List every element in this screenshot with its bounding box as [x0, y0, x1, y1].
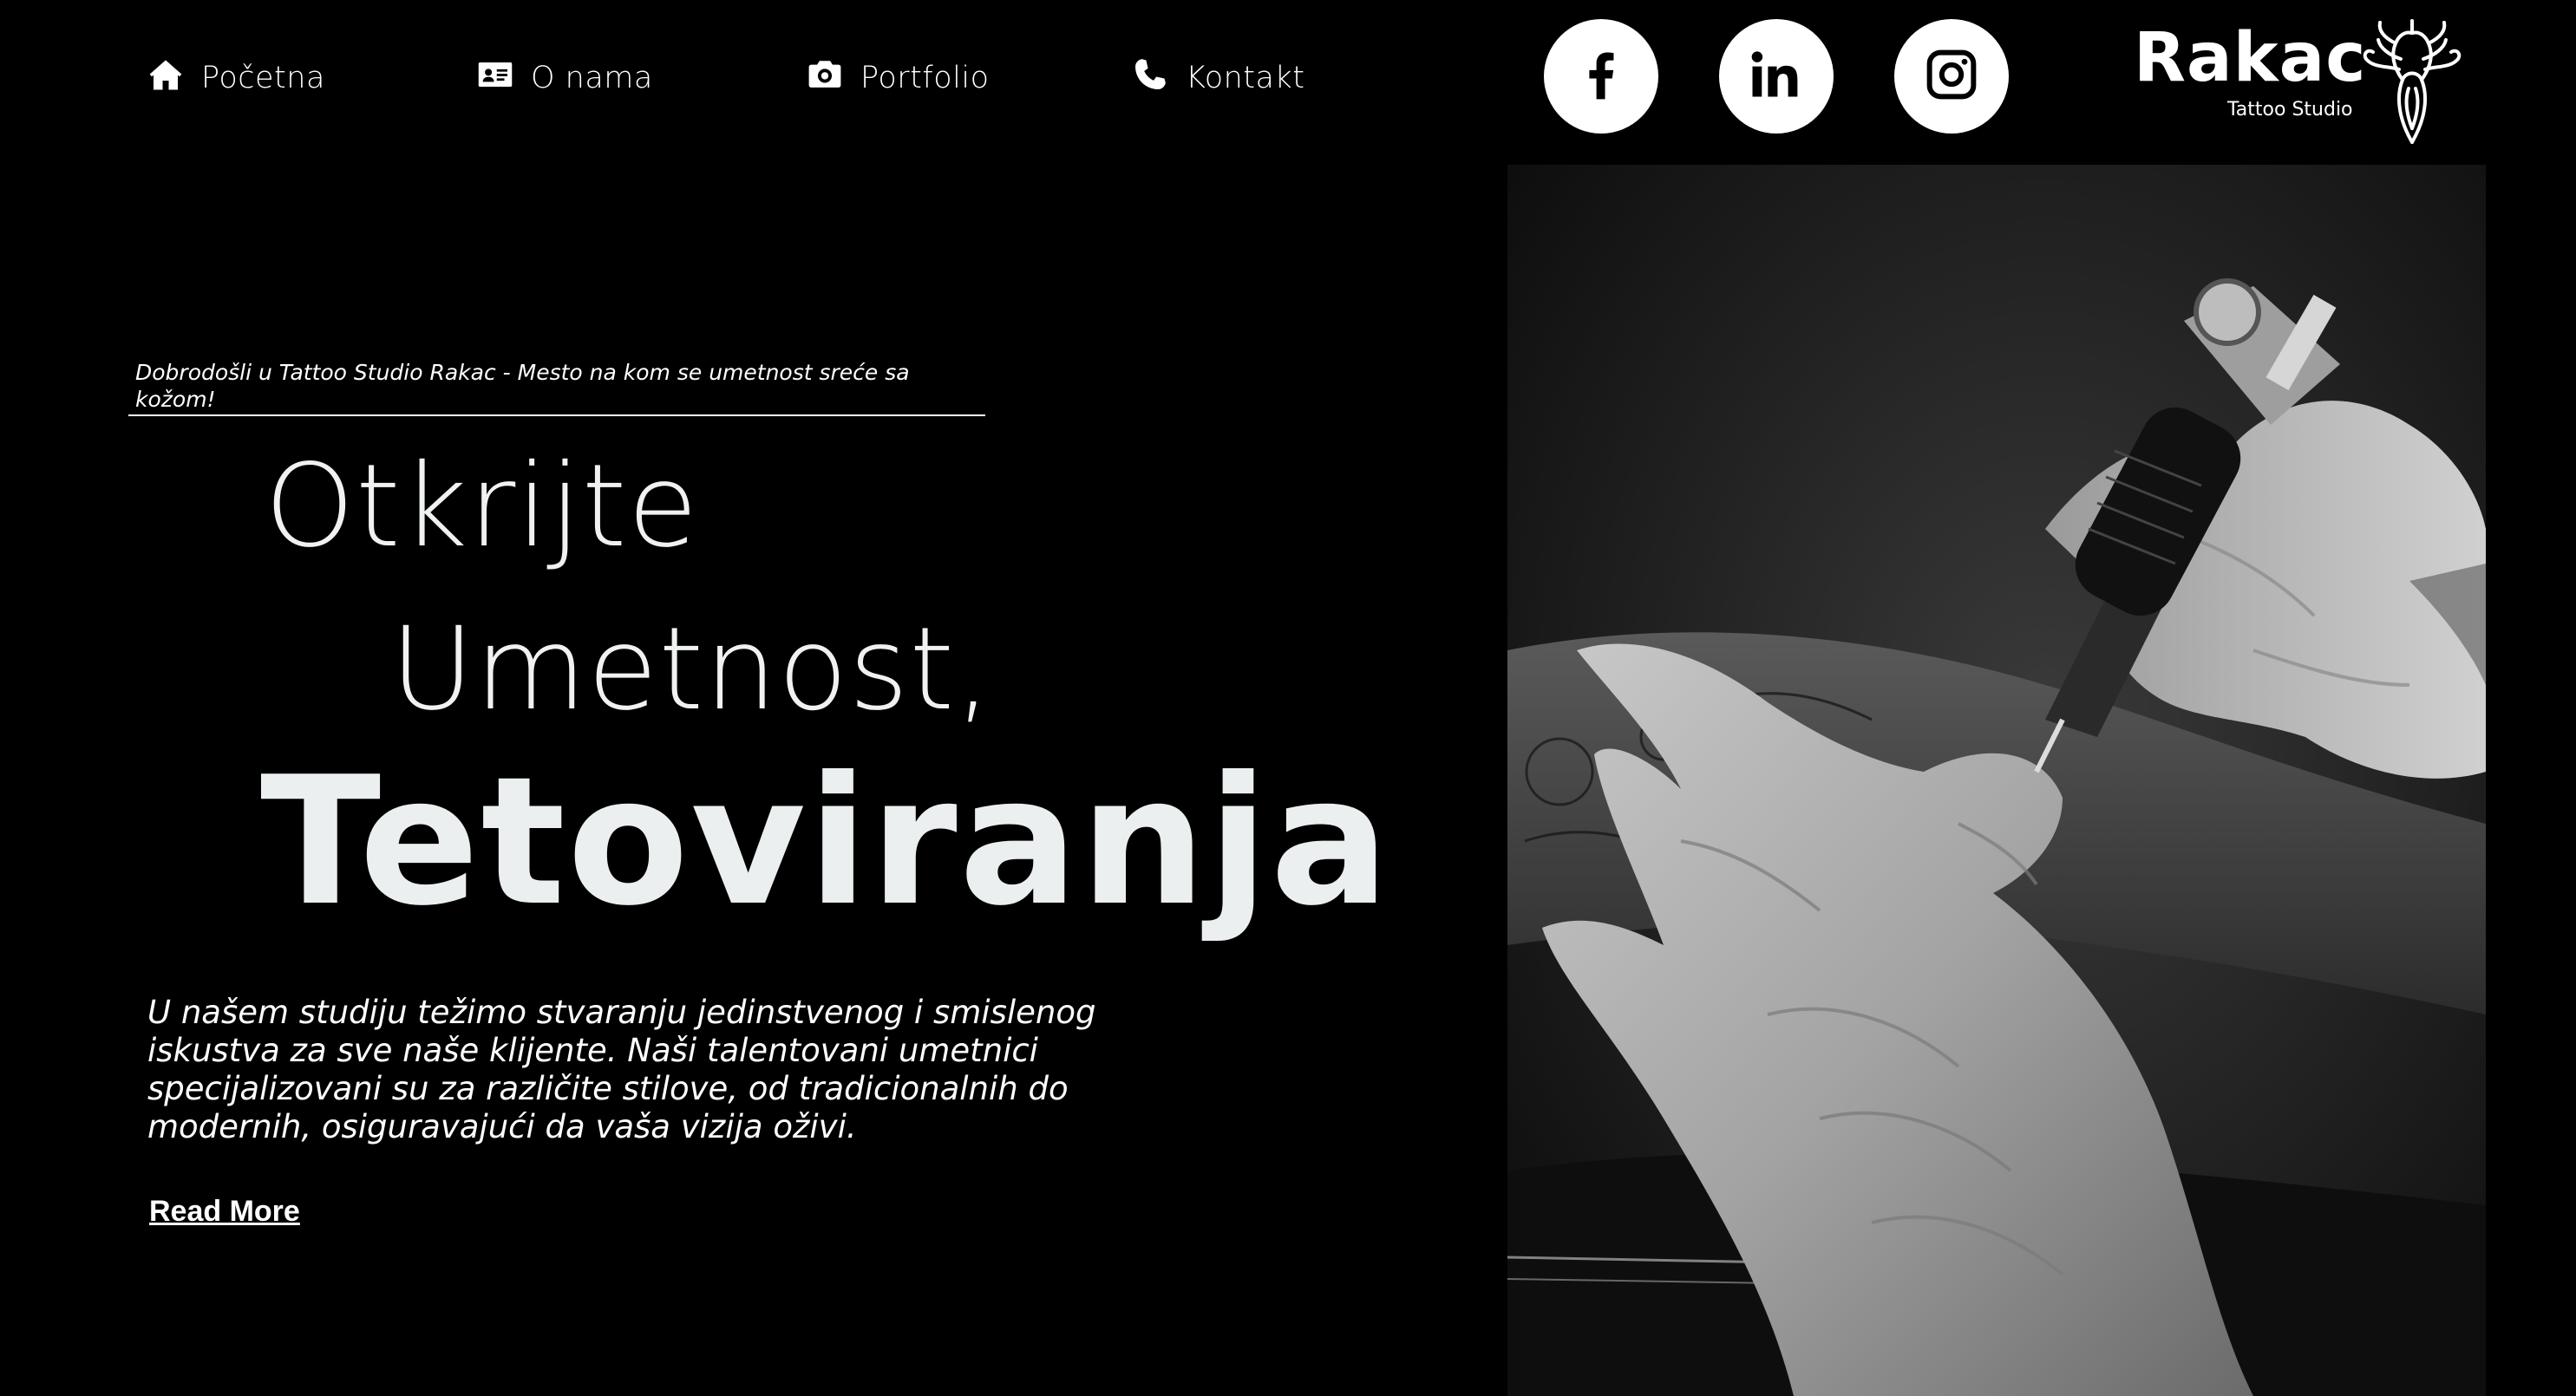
- nav-item-about[interactable]: O nama: [477, 54, 653, 102]
- tagline-divider: [128, 414, 985, 416]
- camera-icon: [807, 56, 843, 101]
- id-card-icon: [477, 56, 513, 101]
- instagram-icon: [1922, 45, 1981, 108]
- nav-item-label: Portfolio: [860, 61, 990, 95]
- nav-item-label: O nama: [531, 61, 653, 95]
- instagram-button[interactable]: [1894, 19, 2009, 134]
- hero-photo: [1507, 165, 2486, 1396]
- facebook-icon: [1572, 45, 1631, 108]
- read-more-link[interactable]: Read More: [149, 1195, 300, 1229]
- nav-item-label: Kontakt: [1186, 61, 1305, 95]
- phone-icon: [1132, 56, 1168, 101]
- home-icon: [147, 56, 184, 101]
- nav-item-contact[interactable]: Kontakt: [1132, 54, 1304, 102]
- logo-subtitle: Tattoo Studio: [2227, 99, 2353, 121]
- nav-item-portfolio[interactable]: Portfolio: [807, 54, 989, 102]
- studio-logo[interactable]: Rakac Tattoo Studio: [2134, 14, 2463, 144]
- crayfish-logo-icon: [2363, 19, 2462, 144]
- hero-headline-line-3: Tetoviranja: [260, 740, 1392, 945]
- linkedin-icon: [1747, 45, 1806, 108]
- nav-item-label: Početna: [201, 61, 325, 95]
- hero-description: U našem studiju težimo stvaranju jedinst…: [147, 994, 1096, 1145]
- facebook-button[interactable]: [1544, 19, 1658, 134]
- hero-headline-line-2: Umetnost,: [390, 603, 993, 736]
- welcome-tagline: Dobrodošli u Tattoo Studio Rakac - Mesto…: [135, 360, 910, 412]
- landing-page: Početna O nama Portfolio Kontakt Rakac T…: [0, 0, 2576, 1396]
- linkedin-button[interactable]: [1719, 19, 1834, 134]
- hero-headline-line-1: Otkrijte: [265, 440, 699, 573]
- nav-item-home[interactable]: Početna: [147, 54, 325, 102]
- logo-wordmark: Rakac: [2134, 19, 2367, 97]
